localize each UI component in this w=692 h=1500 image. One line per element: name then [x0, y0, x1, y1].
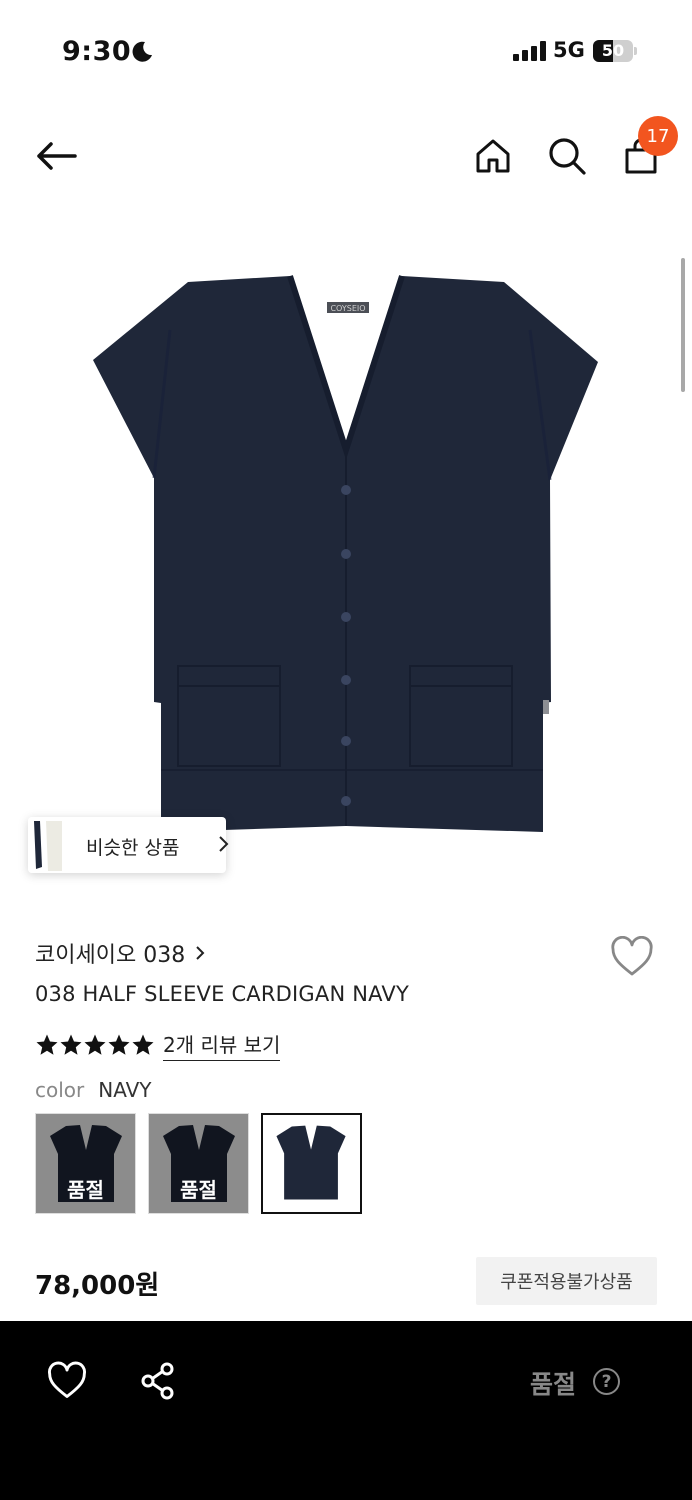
star-icon: [132, 1034, 154, 1055]
battery-icon: 50: [593, 40, 637, 62]
review-link[interactable]: 2개 리뷰 보기: [163, 1029, 281, 1061]
color-row: color NAVY: [35, 1078, 152, 1102]
brand-name: 코이세이오 038: [35, 943, 186, 968]
star-icon: [84, 1034, 106, 1055]
color-swatch-selected[interactable]: [261, 1113, 362, 1214]
color-swatch[interactable]: 품절: [35, 1113, 136, 1214]
home-button[interactable]: [470, 132, 516, 180]
status-time: 9:30: [62, 36, 132, 67]
cart-count-badge: 17: [638, 116, 678, 156]
color-label: color: [35, 1078, 85, 1102]
share-icon: [141, 1362, 174, 1400]
network-label: 5G: [553, 38, 585, 62]
heart-icon: [48, 1361, 86, 1398]
bottom-wishlist-button[interactable]: [46, 1361, 88, 1401]
rating-row: 2개 리뷰 보기: [35, 1029, 281, 1061]
garment-tag-label: COYSEIO: [330, 304, 365, 313]
product-image[interactable]: COYSEIO: [0, 210, 692, 900]
arrow-left-icon: [37, 142, 77, 170]
chevron-right-icon: [196, 946, 205, 960]
scrollbar[interactable]: [681, 258, 685, 392]
wishlist-button[interactable]: [609, 935, 655, 980]
similar-products-button[interactable]: 비슷한 상품: [28, 817, 229, 873]
similar-product-thumbnail: [28, 817, 64, 873]
star-icon: [108, 1034, 130, 1055]
cardigan-image: COYSEIO: [93, 275, 598, 832]
product-price: 78,000원: [35, 1271, 160, 1301]
search-button[interactable]: [544, 132, 590, 180]
search-icon: [549, 138, 586, 175]
swatch-image: [276, 1125, 346, 1200]
product-name: 038 HALF SLEEVE CARDIGAN NAVY: [35, 982, 409, 1006]
bottom-action-bar: 품절 ?: [0, 1321, 692, 1500]
sold-out-status: 품절: [530, 1370, 577, 1399]
moon-icon: [132, 41, 152, 62]
coupon-badge: 쿠폰적용불가상품: [476, 1257, 657, 1305]
brand-link[interactable]: 코이세이오 038: [35, 937, 205, 969]
help-button[interactable]: ?: [593, 1368, 620, 1395]
star-rating: [35, 1033, 155, 1057]
sold-out-label: 품절: [67, 1178, 104, 1202]
heart-icon: [611, 935, 653, 976]
back-button[interactable]: [30, 132, 82, 180]
battery-percent: 50: [601, 41, 625, 60]
similar-products-label: 비슷한 상품: [86, 837, 180, 859]
home-icon: [476, 139, 510, 173]
signal-icon: [513, 41, 546, 61]
sold-out-label: 품절: [180, 1178, 217, 1202]
color-value: NAVY: [98, 1078, 152, 1102]
top-navigation: [0, 110, 692, 200]
status-bar: 9:30 5G 50: [0, 0, 692, 100]
star-icon: [36, 1034, 58, 1055]
star-icon: [60, 1034, 82, 1055]
chevron-right-icon: [219, 836, 229, 852]
color-swatch[interactable]: 품절: [148, 1113, 249, 1214]
share-button[interactable]: [138, 1361, 178, 1401]
